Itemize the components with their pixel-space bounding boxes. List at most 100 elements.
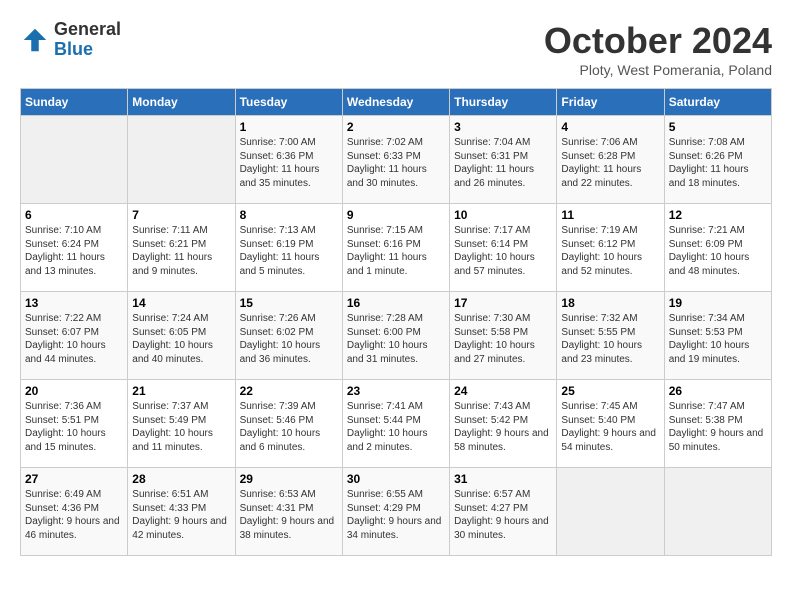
day-info: Sunrise: 7:43 AM Sunset: 5:42 PM Dayligh… [454, 400, 552, 454]
logo-icon [20, 25, 50, 55]
day-number: 22 [240, 384, 338, 398]
day-info: Sunrise: 6:57 AM Sunset: 4:27 PM Dayligh… [454, 488, 552, 542]
title-block: October 2024 Ploty, West Pomerania, Pola… [544, 20, 772, 78]
calendar-cell: 23 Sunrise: 7:41 AM Sunset: 5:44 PM Dayli… [342, 380, 449, 468]
day-number: 9 [347, 208, 445, 222]
day-info: Sunrise: 7:22 AM Sunset: 6:07 PM Dayligh… [25, 312, 123, 366]
day-number: 18 [561, 296, 659, 310]
calendar-table: SundayMondayTuesdayWednesdayThursdayFrid… [20, 88, 772, 556]
calendar-week-4: 20 Sunrise: 7:36 AM Sunset: 5:51 PM Dayli… [21, 380, 772, 468]
day-info: Sunrise: 7:47 AM Sunset: 5:38 PM Dayligh… [669, 400, 767, 454]
day-info: Sunrise: 7:41 AM Sunset: 5:44 PM Dayligh… [347, 400, 445, 454]
day-number: 10 [454, 208, 552, 222]
calendar-cell: 7Sunrise: 7:11 AM Sunset: 6:21 PM Daylig… [128, 204, 235, 292]
day-info: Sunrise: 7:30 AM Sunset: 5:58 PM Dayligh… [454, 312, 552, 366]
logo: General Blue [20, 20, 121, 60]
day-of-week-tuesday: Tuesday [235, 89, 342, 116]
calendar-cell: 6 Sunrise: 7:10 AM Sunset: 6:24 PM Daylig… [21, 204, 128, 292]
day-info: Sunrise: 7:34 AM Sunset: 5:53 PM Dayligh… [669, 312, 767, 366]
day-number: 27 [25, 472, 123, 486]
calendar-cell: 13 Sunrise: 7:22 AM Sunset: 6:07 PM Dayli… [21, 292, 128, 380]
calendar-cell: 19 Sunrise: 7:34 AM Sunset: 5:53 PM Dayli… [664, 292, 771, 380]
day-number: 16 [347, 296, 445, 310]
day-info: Sunrise: 7:36 AM Sunset: 5:51 PM Dayligh… [25, 400, 123, 454]
calendar-cell [21, 116, 128, 204]
calendar-cell: 14 Sunrise: 7:24 AM Sunset: 6:05 PM Dayli… [128, 292, 235, 380]
day-info: Sunrise: 7:45 AM Sunset: 5:40 PM Dayligh… [561, 400, 659, 454]
day-info: Sunrise: 7:21 AM Sunset: 6:09 PM Dayligh… [669, 224, 767, 278]
day-number: 4 [561, 120, 659, 134]
day-info: Sunrise: 7:02 AM Sunset: 6:33 PM Dayligh… [347, 136, 445, 190]
day-number: 1 [240, 120, 338, 134]
day-info: Sunrise: 7:08 AM Sunset: 6:26 PM Dayligh… [669, 136, 767, 190]
day-number: 20 [25, 384, 123, 398]
calendar-cell: 9 Sunrise: 7:15 AM Sunset: 6:16 PM Daylig… [342, 204, 449, 292]
day-number: 26 [669, 384, 767, 398]
day-info: Sunrise: 7:04 AM Sunset: 6:31 PM Dayligh… [454, 136, 552, 190]
calendar-cell: 18Sunrise: 7:32 AM Sunset: 5:55 PM Dayli… [557, 292, 664, 380]
calendar-cell: 10Sunrise: 7:17 AM Sunset: 6:14 PM Dayli… [450, 204, 557, 292]
calendar-header: SundayMondayTuesdayWednesdayThursdayFrid… [21, 89, 772, 116]
day-info: Sunrise: 6:55 AM Sunset: 4:29 PM Dayligh… [347, 488, 445, 542]
calendar-cell: 1 Sunrise: 7:00 AM Sunset: 6:36 PM Daylig… [235, 116, 342, 204]
day-info: Sunrise: 7:19 AM Sunset: 6:12 PM Dayligh… [561, 224, 659, 278]
day-of-week-sunday: Sunday [21, 89, 128, 116]
day-number: 23 [347, 384, 445, 398]
day-info: Sunrise: 7:00 AM Sunset: 6:36 PM Dayligh… [240, 136, 338, 190]
day-number: 8 [240, 208, 338, 222]
calendar-cell: 26 Sunrise: 7:47 AM Sunset: 5:38 PM Dayli… [664, 380, 771, 468]
calendar-cell: 2 Sunrise: 7:02 AM Sunset: 6:33 PM Daylig… [342, 116, 449, 204]
day-number: 21 [132, 384, 230, 398]
day-info: Sunrise: 7:39 AM Sunset: 5:46 PM Dayligh… [240, 400, 338, 454]
day-of-week-monday: Monday [128, 89, 235, 116]
calendar-cell: 5 Sunrise: 7:08 AM Sunset: 6:26 PM Daylig… [664, 116, 771, 204]
calendar-week-1: 1 Sunrise: 7:00 AM Sunset: 6:36 PM Daylig… [21, 116, 772, 204]
day-number: 5 [669, 120, 767, 134]
day-number: 14 [132, 296, 230, 310]
day-number: 12 [669, 208, 767, 222]
calendar-cell [128, 116, 235, 204]
day-number: 13 [25, 296, 123, 310]
day-number: 11 [561, 208, 659, 222]
day-number: 31 [454, 472, 552, 486]
day-of-week-friday: Friday [557, 89, 664, 116]
day-info: Sunrise: 7:13 AM Sunset: 6:19 PM Dayligh… [240, 224, 338, 278]
day-info: Sunrise: 7:24 AM Sunset: 6:05 PM Dayligh… [132, 312, 230, 366]
calendar-week-2: 6 Sunrise: 7:10 AM Sunset: 6:24 PM Daylig… [21, 204, 772, 292]
calendar-cell: 17Sunrise: 7:30 AM Sunset: 5:58 PM Dayli… [450, 292, 557, 380]
logo-blue: Blue [54, 40, 121, 60]
day-of-week-saturday: Saturday [664, 89, 771, 116]
day-number: 25 [561, 384, 659, 398]
day-of-week-wednesday: Wednesday [342, 89, 449, 116]
calendar-cell: 15Sunrise: 7:26 AM Sunset: 6:02 PM Dayli… [235, 292, 342, 380]
calendar-cell: 20 Sunrise: 7:36 AM Sunset: 5:51 PM Dayli… [21, 380, 128, 468]
day-info: Sunrise: 7:06 AM Sunset: 6:28 PM Dayligh… [561, 136, 659, 190]
day-number: 28 [132, 472, 230, 486]
calendar-cell: 25 Sunrise: 7:45 AM Sunset: 5:40 PM Dayli… [557, 380, 664, 468]
day-info: Sunrise: 7:15 AM Sunset: 6:16 PM Dayligh… [347, 224, 445, 278]
day-number: 6 [25, 208, 123, 222]
day-number: 19 [669, 296, 767, 310]
calendar-cell: 12 Sunrise: 7:21 AM Sunset: 6:09 PM Dayli… [664, 204, 771, 292]
calendar-cell: 24 Sunrise: 7:43 AM Sunset: 5:42 PM Dayli… [450, 380, 557, 468]
month-title: October 2024 [544, 20, 772, 62]
calendar-cell: 16 Sunrise: 7:28 AM Sunset: 6:00 PM Dayli… [342, 292, 449, 380]
day-info: Sunrise: 6:49 AM Sunset: 4:36 PM Dayligh… [25, 488, 123, 542]
calendar-body: 1 Sunrise: 7:00 AM Sunset: 6:36 PM Daylig… [21, 116, 772, 556]
calendar-week-3: 13 Sunrise: 7:22 AM Sunset: 6:07 PM Dayli… [21, 292, 772, 380]
day-number: 24 [454, 384, 552, 398]
day-info: Sunrise: 6:51 AM Sunset: 4:33 PM Dayligh… [132, 488, 230, 542]
day-info: Sunrise: 7:10 AM Sunset: 6:24 PM Dayligh… [25, 224, 123, 278]
calendar-cell: 30 Sunrise: 6:55 AM Sunset: 4:29 PM Dayli… [342, 468, 449, 556]
calendar-cell: 31 Sunrise: 6:57 AM Sunset: 4:27 PM Dayli… [450, 468, 557, 556]
calendar-cell: 3Sunrise: 7:04 AM Sunset: 6:31 PM Daylig… [450, 116, 557, 204]
calendar-cell: 29Sunrise: 6:53 AM Sunset: 4:31 PM Dayli… [235, 468, 342, 556]
day-info: Sunrise: 7:28 AM Sunset: 6:00 PM Dayligh… [347, 312, 445, 366]
calendar-cell: 4 Sunrise: 7:06 AM Sunset: 6:28 PM Daylig… [557, 116, 664, 204]
calendar-cell: 8 Sunrise: 7:13 AM Sunset: 6:19 PM Daylig… [235, 204, 342, 292]
calendar-cell: 11 Sunrise: 7:19 AM Sunset: 6:12 PM Dayli… [557, 204, 664, 292]
day-info: Sunrise: 7:11 AM Sunset: 6:21 PM Dayligh… [132, 224, 230, 278]
day-number: 2 [347, 120, 445, 134]
calendar-week-5: 27 Sunrise: 6:49 AM Sunset: 4:36 PM Dayli… [21, 468, 772, 556]
day-number: 30 [347, 472, 445, 486]
